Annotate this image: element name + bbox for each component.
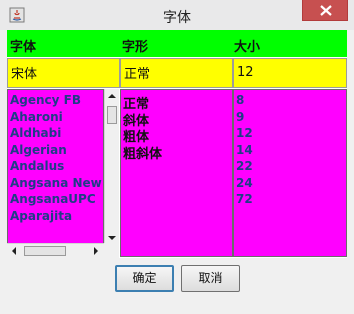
style-list-item[interactable]: 粗体: [121, 126, 232, 145]
font-header-label: 字体: [10, 40, 37, 55]
font-list[interactable]: Agency FB Aharoni Aldhabi Algerian Andal…: [7, 89, 104, 244]
font-list-item[interactable]: Andalus: [8, 159, 103, 176]
style-list[interactable]: 正常 斜体 粗体 粗斜体: [120, 89, 233, 257]
scrollbar-corner: [104, 243, 119, 258]
header-row: 字体 字形 大小: [7, 30, 347, 57]
font-list-item[interactable]: Agency FB: [8, 93, 103, 110]
close-icon: [320, 5, 332, 16]
size-header-label: 大小: [234, 40, 261, 55]
font-list-horizontal-scrollbar[interactable]: [7, 243, 119, 258]
style-list-item[interactable]: 斜体: [121, 110, 232, 129]
size-list-item[interactable]: 9: [234, 110, 346, 127]
window-title: 字体: [163, 10, 191, 26]
font-list-item[interactable]: Aparajita: [8, 209, 103, 226]
font-list-item[interactable]: AngsanaUPC: [8, 192, 103, 209]
font-list-item[interactable]: Algerian: [8, 143, 103, 160]
size-field[interactable]: [233, 58, 347, 88]
style-list-item[interactable]: 粗斜体: [121, 143, 232, 162]
font-dialog-window: 字体 字体 字形 大小 Agency FB Aharoni Aldhabi: [0, 0, 354, 314]
scroll-right-arrow-icon[interactable]: [89, 244, 103, 258]
font-field[interactable]: [7, 58, 120, 88]
horizontal-scroll-thumb[interactable]: [24, 246, 66, 256]
cancel-button[interactable]: 取消: [181, 265, 240, 292]
size-list-item[interactable]: 8: [234, 93, 346, 110]
font-list-vertical-scrollbar[interactable]: [104, 89, 119, 245]
size-list-item[interactable]: 14: [234, 143, 346, 160]
font-input[interactable]: [11, 65, 119, 80]
style-input[interactable]: [124, 65, 232, 80]
dialog-content: 字体 字形 大小 Agency FB Aharoni Aldhabi Alger…: [7, 30, 347, 307]
size-input[interactable]: [237, 65, 346, 80]
ok-button[interactable]: 确定: [115, 265, 174, 292]
title-bar[interactable]: 字体: [0, 0, 354, 30]
size-list[interactable]: 8 9 12 14 22 24 72: [233, 89, 347, 257]
size-list-item[interactable]: 22: [234, 159, 346, 176]
style-header-label: 字形: [122, 40, 149, 55]
font-list-item[interactable]: Aharoni: [8, 110, 103, 127]
button-bar: 确定 取消: [7, 258, 347, 307]
style-list-item[interactable]: 正常: [121, 93, 232, 112]
size-list-item[interactable]: 12: [234, 126, 346, 143]
vertical-scroll-thumb[interactable]: [107, 106, 117, 124]
scroll-up-arrow-icon[interactable]: [105, 89, 119, 103]
size-list-item[interactable]: 72: [234, 192, 346, 209]
font-list-item[interactable]: Aldhabi: [8, 126, 103, 143]
size-list-item[interactable]: 24: [234, 176, 346, 193]
scroll-left-arrow-icon[interactable]: [7, 244, 21, 258]
font-list-item[interactable]: Angsana New: [8, 176, 103, 193]
close-button[interactable]: [302, 0, 348, 21]
style-field[interactable]: [120, 58, 233, 88]
